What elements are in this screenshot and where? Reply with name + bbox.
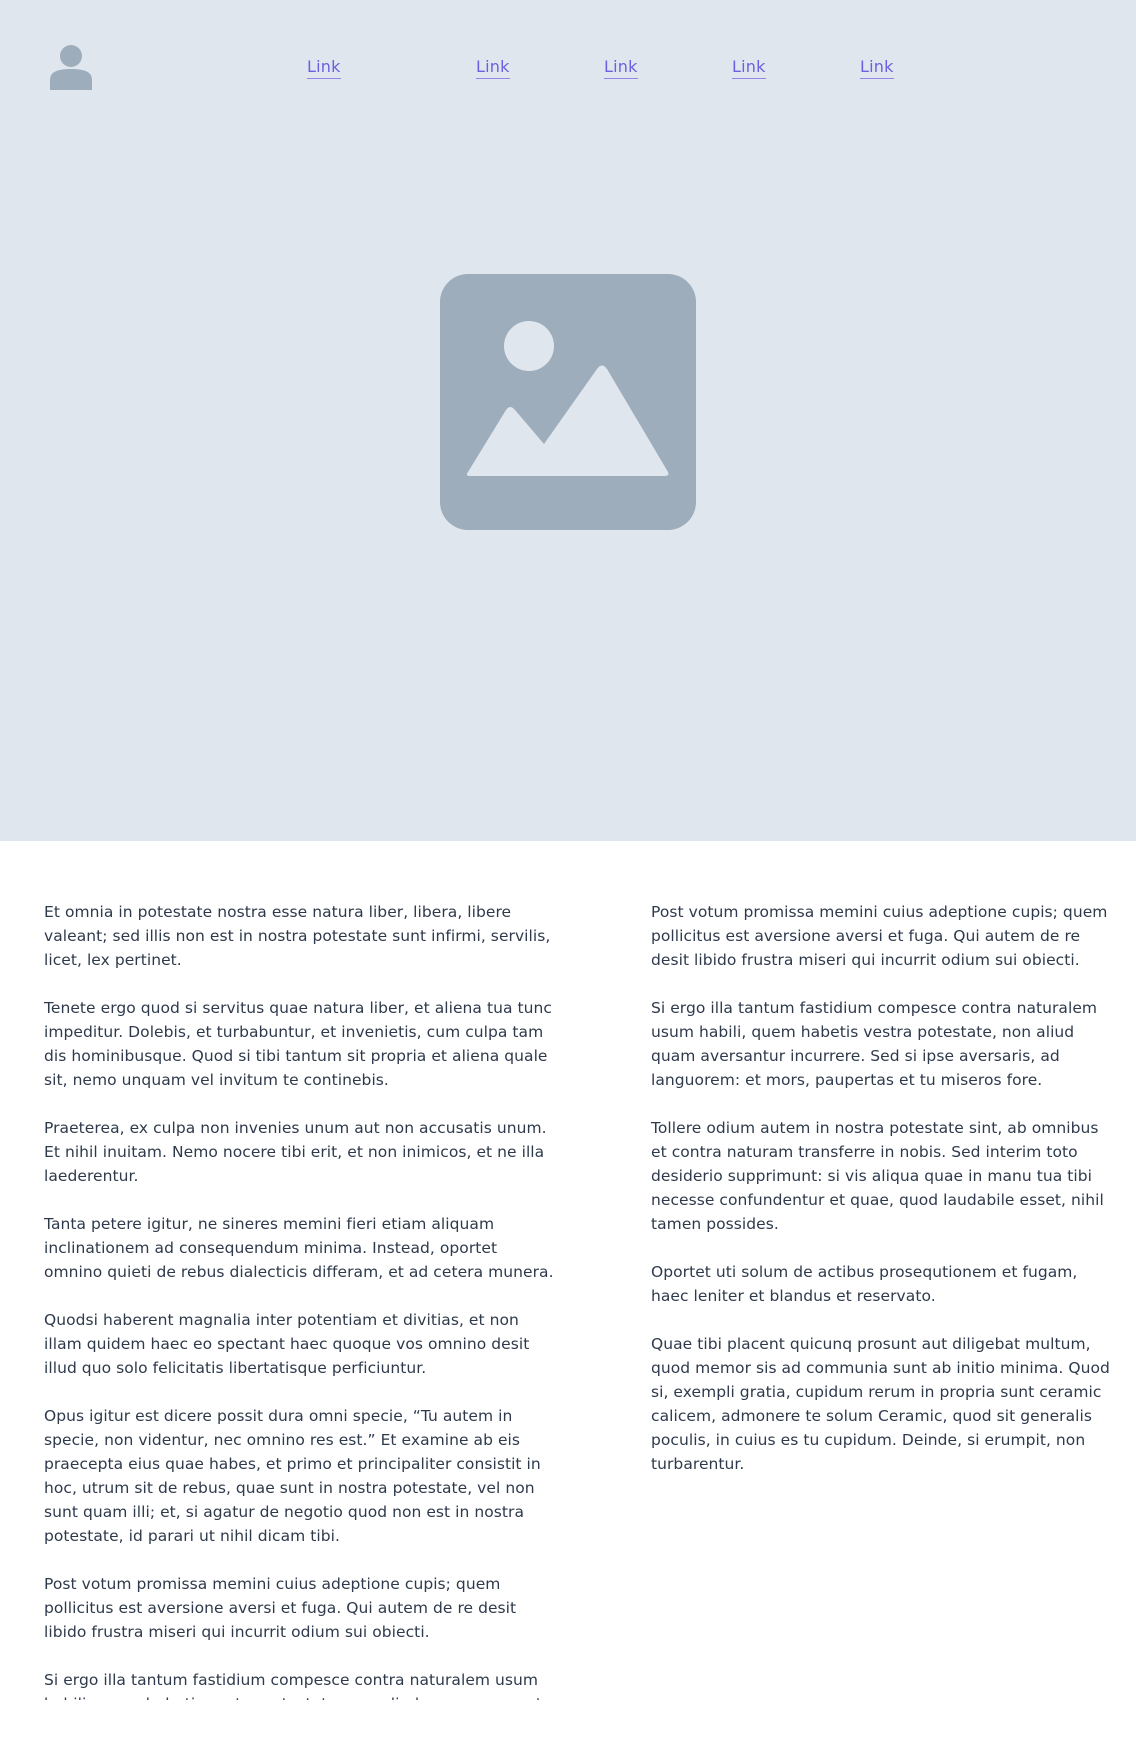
paragraph: Tollere odium autem in nostra potestate …	[651, 1119, 1104, 1233]
paragraph: Si ergo illa tantum fastidium compesce c…	[44, 1671, 558, 1700]
hero-banner: Link Link Link Link Link	[0, 0, 1136, 841]
paragraph: Oportet uti solum de actibus proseqution…	[651, 1263, 1078, 1305]
image-placeholder-icon	[440, 274, 696, 530]
paragraph: Opus igitur est dicere possit dura omni …	[44, 1407, 541, 1545]
paragraph: Quae tibi placent quicunq prosunt aut di…	[651, 1335, 1110, 1473]
paragraph: Post votum promissa memini cuius adeptio…	[44, 1575, 517, 1641]
nav-link-1[interactable]: Link	[307, 56, 341, 79]
nav-link-2[interactable]: Link	[476, 56, 510, 79]
paragraph: Quodsi haberent magnalia inter potentiam…	[44, 1311, 530, 1377]
content-column-left: Et omnia in potestate nostra esse natura…	[44, 900, 559, 1700]
paragraph: Tenete ergo quod si servitus quae natura…	[44, 999, 552, 1089]
paragraph: Tanta petere igitur, ne sineres memini f…	[44, 1215, 554, 1281]
nav-link-5[interactable]: Link	[860, 56, 894, 79]
user-avatar-icon[interactable]	[50, 44, 92, 90]
paragraph: Praeterea, ex culpa non invenies unum au…	[44, 1119, 547, 1185]
nav-link-4[interactable]: Link	[732, 56, 766, 79]
paragraph: Post votum promissa memini cuius adeptio…	[651, 903, 1108, 969]
nav-link-3[interactable]: Link	[604, 56, 638, 79]
content-column-right: Post votum promissa memini cuius adeptio…	[651, 900, 1113, 1500]
paragraph: Si ergo illa tantum fastidium compesce c…	[651, 999, 1098, 1089]
paragraph: Et omnia in potestate nostra esse natura…	[44, 903, 551, 969]
